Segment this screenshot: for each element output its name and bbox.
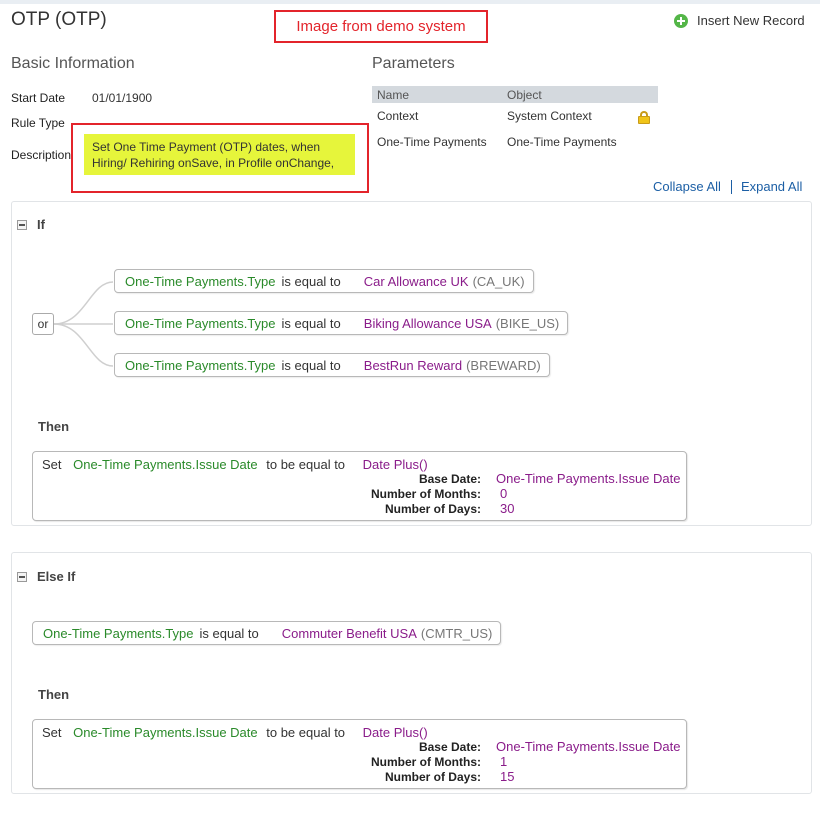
top-bar — [0, 0, 820, 4]
condition-operator: is equal to — [281, 273, 341, 289]
condition-code: (CA_UK) — [472, 273, 525, 289]
condition-value: BestRun Reward — [363, 357, 463, 373]
then-action[interactable]: Set One-Time Payments.Issue Date to be e… — [32, 719, 687, 789]
else-if-keyword: Else If — [37, 569, 76, 584]
then-action[interactable]: Set One-Time Payments.Issue Date to be e… — [32, 451, 687, 521]
condition-code: (CMTR_US) — [420, 625, 493, 641]
action-field: One-Time Payments.Issue Date — [73, 725, 258, 740]
if-keyword: If — [37, 217, 45, 232]
condition-field: One-Time Payments.Type — [43, 625, 194, 641]
condition-code: (BIKE_US) — [495, 315, 560, 331]
start-date-label: Start Date — [11, 91, 66, 105]
arg-value: One-Time Payments.Issue Date — [496, 471, 681, 486]
expand-all-link[interactable]: Expand All — [741, 179, 802, 194]
plus-icon — [674, 13, 688, 28]
arg-value: 30 — [500, 501, 515, 516]
table-row: One-Time Payments One-Time Payments — [372, 129, 658, 155]
action-function: Date Plus() — [362, 725, 428, 740]
collapse-all-link[interactable]: Collapse All — [653, 179, 721, 194]
link-separator — [730, 179, 732, 194]
arg-value: One-Time Payments.Issue Date — [496, 739, 681, 754]
page-title: OTP (OTP) — [11, 9, 107, 30]
param-object-cell: System Context — [507, 109, 658, 124]
arg-label: Base Date: — [418, 472, 481, 486]
collapse-expand-links: Collapse All Expand All — [653, 179, 802, 194]
action-set: Set — [42, 725, 62, 740]
condition-value: Biking Allowance USA — [363, 315, 492, 331]
condition-2[interactable]: One-Time Payments.Type is equal to Bikin… — [114, 311, 569, 335]
lock-icon — [638, 110, 650, 124]
action-operator: to be equal to — [266, 725, 346, 740]
arg-label: Number of Months: — [371, 755, 481, 769]
else-if-condition[interactable]: One-Time Payments.Type is equal to Commu… — [32, 621, 502, 645]
parameters-table: Name Object Context System Context One-T… — [372, 86, 658, 155]
description-highlight-frame: Set One Time Payment (OTP) dates, when H… — [71, 123, 369, 193]
param-object: System Context — [507, 109, 592, 123]
action-function: Date Plus() — [362, 457, 428, 472]
action-field: One-Time Payments.Issue Date — [73, 457, 258, 472]
condition-operator: is equal to — [199, 625, 259, 641]
condition-operator: is equal to — [281, 315, 341, 331]
description-value: Set One Time Payment (OTP) dates, when H… — [84, 134, 355, 175]
table-row: Context System Context — [372, 103, 658, 129]
collapse-toggle-icon[interactable] — [17, 572, 27, 582]
condition-field: One-Time Payments.Type — [125, 315, 276, 331]
collapse-toggle-icon[interactable] — [17, 220, 27, 230]
basic-info-heading: Basic Information — [11, 55, 135, 72]
condition-operator: is equal to — [281, 357, 341, 373]
description-label: Description — [11, 148, 72, 162]
arg-label: Number of Days: — [384, 502, 481, 516]
action-statement: Set One-Time Payments.Issue Date to be e… — [42, 457, 428, 472]
col-name-header: Name — [377, 87, 410, 102]
param-name: Context — [377, 109, 419, 123]
then-keyword: Then — [38, 419, 70, 434]
parameters-heading: Parameters — [372, 55, 455, 72]
col-object-header: Object — [507, 87, 542, 102]
parameters-header-row: Name Object — [372, 86, 658, 103]
arg-value: 15 — [500, 769, 515, 784]
insert-new-record-label: Insert New Record — [697, 13, 805, 28]
arg-label: Base Date: — [418, 740, 481, 754]
arg-value: 1 — [500, 754, 508, 769]
param-object-cell: One-Time Payments — [507, 135, 658, 149]
condition-field: One-Time Payments.Type — [125, 357, 276, 373]
condition-value: Commuter Benefit USA — [281, 625, 417, 641]
insert-new-record-button[interactable]: Insert New Record — [674, 13, 805, 28]
condition-1[interactable]: One-Time Payments.Type is equal to Car A… — [114, 269, 534, 293]
condition-field: One-Time Payments.Type — [125, 273, 276, 289]
arg-label: Number of Days: — [384, 770, 481, 784]
arg-value: 0 — [500, 486, 508, 501]
param-name: One-Time Payments — [377, 135, 487, 149]
rule-type-label: Rule Type — [11, 116, 65, 130]
action-operator: to be equal to — [266, 457, 346, 472]
action-set: Set — [42, 457, 62, 472]
start-date-value: 01/01/1900 — [92, 91, 153, 105]
then-keyword: Then — [38, 687, 70, 702]
condition-code: (BREWARD) — [466, 357, 541, 373]
arg-label: Number of Months: — [371, 487, 481, 501]
param-object: One-Time Payments — [507, 135, 617, 149]
demo-banner: Image from demo system — [274, 10, 488, 43]
action-statement: Set One-Time Payments.Issue Date to be e… — [42, 725, 428, 740]
condition-3[interactable]: One-Time Payments.Type is equal to BestR… — [114, 353, 550, 377]
condition-value: Car Allowance UK — [363, 273, 469, 289]
or-operator[interactable]: or — [32, 313, 54, 335]
